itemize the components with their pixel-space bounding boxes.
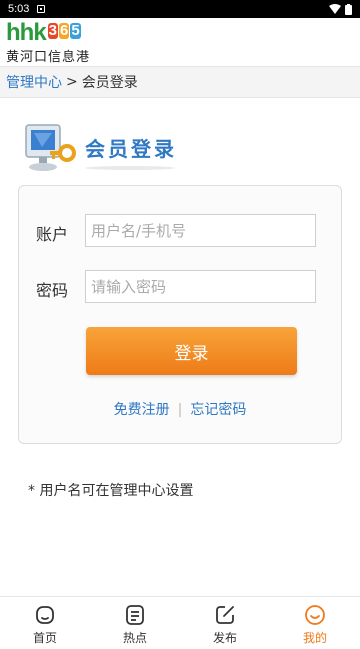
edit-icon: [216, 606, 234, 624]
site-header: hhk 3 6 5 黄河口信息港: [0, 18, 360, 66]
battery-icon: [345, 3, 352, 15]
account-input[interactable]: [85, 214, 316, 247]
logo-digits: 3 6 5: [47, 23, 81, 39]
password-label: 密码: [36, 281, 69, 300]
breadcrumb-separator: >: [66, 74, 78, 90]
status-icons: [329, 3, 352, 15]
register-link[interactable]: 免费注册: [114, 402, 170, 418]
notification-icon: [37, 5, 46, 13]
tab-label: 发布: [212, 631, 237, 645]
logo-digit: 5: [70, 22, 81, 39]
title-shadow: [85, 166, 175, 170]
login-form: 账户 密码 登录 免费注册 | 忘记密码: [18, 185, 342, 444]
link-divider: |: [177, 402, 183, 418]
tab-label: 热点: [122, 631, 147, 645]
tab-label: 首页: [32, 631, 57, 645]
breadcrumb-current: 会员登录: [81, 75, 138, 91]
logo-digit: 6: [59, 22, 70, 39]
wifi-icon: [329, 4, 341, 14]
status-bar: 5:03: [0, 0, 360, 18]
bottom-tabbar: 首页 热点 发布 我的: [0, 596, 360, 649]
account-label: 账户: [36, 225, 69, 244]
logo-letters: hhk: [6, 19, 47, 46]
login-button[interactable]: 登录: [86, 327, 297, 375]
status-time: 5:03: [8, 3, 30, 15]
username-note: * 用户名可在管理中心设置: [28, 483, 194, 499]
password-input[interactable]: [85, 270, 316, 303]
tab-mine[interactable]: 我的: [270, 597, 360, 649]
auth-links: 免费注册 | 忘记密码: [19, 399, 341, 419]
tab-hot[interactable]: 热点: [90, 597, 180, 649]
breadcrumb-link-manage[interactable]: 管理中心: [6, 72, 62, 92]
forgot-password-link[interactable]: 忘记密码: [190, 402, 246, 418]
site-name: 黄河口信息港: [6, 50, 91, 65]
tab-publish[interactable]: 发布: [180, 597, 270, 649]
login-title: 会员登录: [85, 137, 177, 161]
home-icon: [36, 606, 54, 624]
logo-digit: 3: [47, 22, 59, 39]
smiley-icon: [305, 605, 325, 625]
tab-home[interactable]: 首页: [0, 597, 90, 649]
tab-label: 我的: [302, 631, 327, 645]
breadcrumb: 管理中心 > 会员登录: [0, 66, 360, 98]
site-logo[interactable]: hhk 3 6 5: [6, 21, 360, 45]
document-icon: [126, 605, 144, 625]
